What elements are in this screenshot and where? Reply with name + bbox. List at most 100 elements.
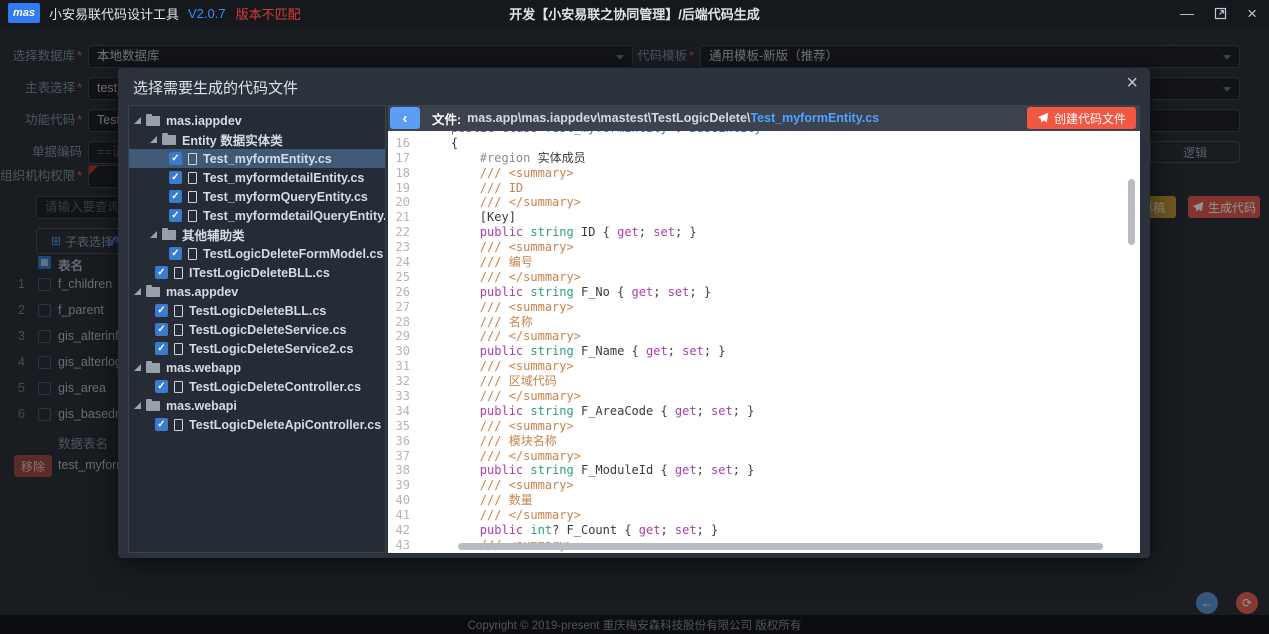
code-line: 25 /// </summary> bbox=[388, 270, 1140, 285]
file-icon bbox=[188, 248, 197, 260]
code-line: 41 /// </summary> bbox=[388, 508, 1140, 523]
code-line: 17 #region 实体成员 bbox=[388, 151, 1140, 166]
code-line: 23 /// <summary> bbox=[388, 240, 1140, 255]
tree-item-label: TestLogicDeleteBLL.cs bbox=[189, 304, 326, 318]
expanded-triangle-icon[interactable] bbox=[134, 402, 141, 409]
tree-item-label: TestLogicDeleteService.cs bbox=[189, 323, 346, 337]
line-number: 31 bbox=[388, 359, 422, 374]
paper-plane-icon bbox=[1037, 112, 1049, 124]
tree-file[interactable]: ✓ TestLogicDeleteBLL.cs bbox=[129, 301, 385, 320]
code-line: 18 /// <summary> bbox=[388, 166, 1140, 181]
line-number: 40 bbox=[388, 493, 422, 508]
line-number: 33 bbox=[388, 389, 422, 404]
code-line: 30 public string F_Name { get; set; } bbox=[388, 344, 1140, 359]
code-editor[interactable]: public class Test_myformEntity : BaseEnt… bbox=[388, 131, 1140, 553]
tree-item-label: TestLogicDeleteApiController.cs bbox=[189, 418, 381, 432]
code-line: 31 /// <summary> bbox=[388, 359, 1140, 374]
tree-file[interactable]: ✓Test_myformdetailEntity.cs bbox=[129, 168, 385, 187]
checkbox[interactable]: ✓ bbox=[155, 266, 168, 279]
file-icon bbox=[188, 191, 197, 203]
tree-file[interactable]: ✓ TestLogicDeleteFormModel.cs bbox=[129, 244, 385, 263]
vertical-scrollbar[interactable] bbox=[1128, 179, 1135, 245]
code-line: 40 /// 数量 bbox=[388, 493, 1140, 508]
tree-folder[interactable]: Entity 数据实体类 bbox=[129, 130, 385, 149]
create-code-file-button[interactable]: 创建代码文件 bbox=[1027, 107, 1136, 129]
code-line: 16 { bbox=[388, 136, 1140, 151]
file-name: Test_myformEntity.cs bbox=[750, 111, 879, 125]
line-number: 36 bbox=[388, 434, 422, 449]
line-number: 38 bbox=[388, 463, 422, 478]
chevron-left-icon: ‹ bbox=[403, 110, 408, 127]
tree-item-label: ITestLogicDeleteBLL.cs bbox=[189, 266, 330, 280]
checkbox[interactable]: ✓ bbox=[169, 190, 182, 203]
code-line: 20 /// </summary> bbox=[388, 195, 1140, 210]
expanded-triangle-icon[interactable] bbox=[150, 136, 157, 143]
folder-icon bbox=[162, 230, 176, 240]
tree-file[interactable]: ✓ TestLogicDeleteService.cs bbox=[129, 320, 385, 339]
checkbox[interactable]: ✓ bbox=[155, 304, 168, 317]
expanded-triangle-icon[interactable] bbox=[134, 364, 141, 371]
checkbox[interactable]: ✓ bbox=[155, 380, 168, 393]
close-window-icon[interactable]: × bbox=[1247, 5, 1257, 22]
code-line: 26 public string F_No { get; set; } bbox=[388, 285, 1140, 300]
tree-folder[interactable]: mas.webapp bbox=[129, 358, 385, 377]
line-number: 20 bbox=[388, 195, 422, 210]
file-icon bbox=[174, 324, 183, 336]
tree-item-label: Entity 数据实体类 bbox=[182, 130, 283, 149]
checkbox[interactable]: ✓ bbox=[169, 247, 182, 260]
file-icon bbox=[174, 305, 183, 317]
tree-folder[interactable]: mas.iappdev bbox=[129, 111, 385, 130]
code-line: 24 /// 编号 bbox=[388, 255, 1140, 270]
line-number: 29 bbox=[388, 329, 422, 344]
tree-file[interactable]: ✓ ITestLogicDeleteBLL.cs bbox=[129, 263, 385, 282]
file-label: 文件: bbox=[432, 109, 461, 128]
tree-file[interactable]: ✓ TestLogicDeleteApiController.cs bbox=[129, 415, 385, 434]
expanded-triangle-icon[interactable] bbox=[150, 231, 157, 238]
checkbox[interactable]: ✓ bbox=[155, 323, 168, 336]
checkbox[interactable]: ✓ bbox=[169, 171, 182, 184]
code-line: 29 /// </summary> bbox=[388, 329, 1140, 344]
tree-item-label: mas.appdev bbox=[166, 285, 238, 299]
tree-file[interactable]: ✓Test_myformEntity.cs bbox=[129, 149, 385, 168]
code-files-modal: 选择需要生成的代码文件 × mas.iappdevEntity 数据实体类✓Te… bbox=[118, 68, 1150, 558]
tree-file[interactable]: ✓TestLogicDeleteService2.cs bbox=[129, 339, 385, 358]
tree-file[interactable]: ✓ TestLogicDeleteController.cs bbox=[129, 377, 385, 396]
line-number: 27 bbox=[388, 300, 422, 315]
tree-file[interactable]: ✓Test_myformdetailQueryEntity.cs bbox=[129, 206, 385, 225]
folder-icon bbox=[162, 135, 176, 145]
line-number: 24 bbox=[388, 255, 422, 270]
version-warning: 版本不匹配 bbox=[236, 4, 301, 23]
file-icon bbox=[188, 172, 197, 184]
checkbox[interactable]: ✓ bbox=[155, 342, 168, 355]
window-controls: — × bbox=[1180, 0, 1257, 26]
line-number: 16 bbox=[388, 136, 422, 151]
expanded-triangle-icon[interactable] bbox=[134, 117, 141, 124]
tree-folder[interactable]: mas.webapi bbox=[129, 396, 385, 415]
back-button[interactable]: ‹ bbox=[390, 107, 420, 129]
checkbox[interactable]: ✓ bbox=[169, 209, 182, 222]
code-header: ‹ 文件: mas.app\mas.iappdev\mastest\TestLo… bbox=[388, 105, 1140, 131]
code-line: 19 /// ID bbox=[388, 181, 1140, 196]
close-modal-icon[interactable]: × bbox=[1126, 73, 1138, 93]
tree-folder[interactable]: mas.appdev bbox=[129, 282, 385, 301]
code-line: 33 /// </summary> bbox=[388, 389, 1140, 404]
expanded-triangle-icon[interactable] bbox=[134, 288, 141, 295]
file-icon bbox=[174, 343, 183, 355]
checkbox[interactable]: ✓ bbox=[169, 152, 182, 165]
tree-item-label: Test_myformQueryEntity.cs bbox=[203, 190, 368, 204]
horizontal-scrollbar[interactable] bbox=[458, 543, 1103, 550]
tree-item-label: TestLogicDeleteController.cs bbox=[189, 380, 361, 394]
line-number: 34 bbox=[388, 404, 422, 419]
file-icon bbox=[174, 381, 183, 393]
tree-item-label: TestLogicDeleteFormModel.cs bbox=[203, 247, 383, 261]
code-line: 27 /// <summary> bbox=[388, 300, 1140, 315]
line-number: 22 bbox=[388, 225, 422, 240]
tree-folder[interactable]: 其他辅助类 bbox=[129, 225, 385, 244]
folder-icon bbox=[146, 287, 160, 297]
tree-file[interactable]: ✓ Test_myformQueryEntity.cs bbox=[129, 187, 385, 206]
line-number: 35 bbox=[388, 419, 422, 434]
maximize-icon[interactable] bbox=[1214, 7, 1227, 20]
app-version: V2.0.7 bbox=[188, 6, 226, 21]
checkbox[interactable]: ✓ bbox=[155, 418, 168, 431]
minimize-icon[interactable]: — bbox=[1180, 6, 1194, 20]
